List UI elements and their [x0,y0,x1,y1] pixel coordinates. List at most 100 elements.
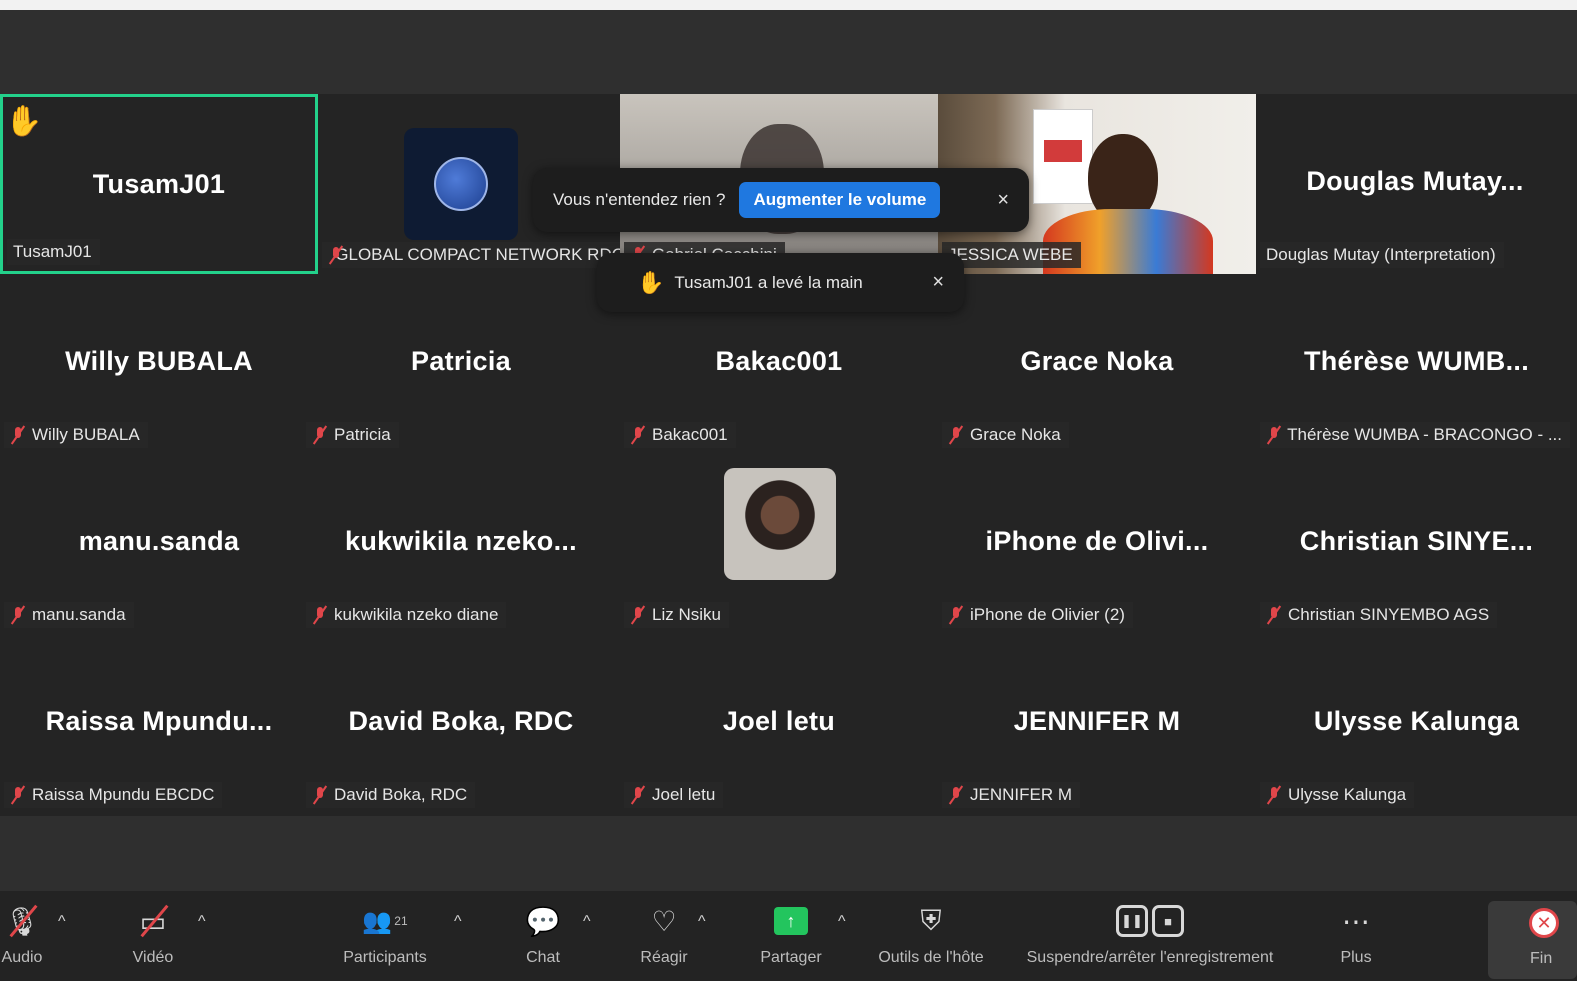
video-button[interactable]: ▭ Vidéo [125,901,181,979]
pause-stop-recording-icon: ❚❚ ■ [1116,901,1184,941]
raised-hand-icon: ✋ [5,105,43,138]
chat-icon: 💬 [525,905,561,937]
participants-options-caret[interactable]: ^ [454,913,462,931]
participant-label: TusamJ01 [7,239,100,265]
close-icon: ✕ [1529,908,1559,938]
participant-name: iPhone de Olivi... [985,526,1209,556]
participant-name: Ulysse Kalunga [1313,706,1520,736]
muted-mic-icon [1266,425,1282,445]
low-volume-notification: Vous n'entendez rien ? Augmenter le volu… [533,168,1029,232]
increase-volume-button[interactable]: Augmenter le volume [739,182,941,218]
wall-poster [1033,109,1093,204]
participant-tile[interactable]: Douglas Mutay... Douglas Mutay (Interpre… [1256,94,1574,274]
participant-label: kukwikila nzeko diane [306,602,507,628]
share-screen-icon: ↑ [774,901,808,941]
muted-mic-icon [312,605,328,625]
participant-label: GLOBAL COMPACT NETWORK RDC [322,242,632,268]
muted-mic-icon [948,605,964,625]
recording-controls-button[interactable]: ❚❚ ■ Suspendre/arrêter l'enregistrement [1010,901,1290,979]
shield-icon: ⛨ [920,904,942,936]
participant-label: Thérèse WUMBA - BRACONGO - ... [1260,422,1570,448]
raised-hand-icon: ✋ [637,269,665,295]
gallery-top-margin [0,10,1577,94]
participant-tile[interactable]: JENNIFER M JENNIFER M [938,634,1256,814]
participant-name: TusamJ01 [92,169,226,199]
audio-button[interactable]: 🎙 Audio [0,901,44,979]
react-button[interactable]: ♡ Réagir [636,901,692,979]
end-meeting-label: Fin [1530,950,1553,967]
participant-tile[interactable]: Liz Nsiku [620,454,938,634]
participant-name: Bakac001 [715,346,843,376]
participant-tile[interactable]: iPhone de Olivi... iPhone de Olivier (2) [938,454,1256,634]
participant-tile[interactable]: kukwikila nzeko... kukwikila nzeko diane [302,454,620,634]
participant-tile[interactable]: David Boka, RDC David Boka, RDC [302,634,620,814]
participant-name: JENNIFER M [1013,706,1181,736]
participant-label: Willy BUBALA [4,422,148,448]
muted-mic-icon [1266,605,1282,625]
participant-tile[interactable]: Thérèse WUMB... Thérèse WUMBA - BRACONGO… [1256,274,1577,454]
participant-tile[interactable]: Patricia Patricia [302,274,620,454]
participant-tile[interactable]: Joel letu Joel letu [620,634,938,814]
close-icon[interactable]: × [932,271,944,294]
muted-mic-icon [10,785,26,805]
participant-tile[interactable]: Ulysse Kalunga Ulysse Kalunga [1256,634,1577,814]
close-icon[interactable]: × [997,189,1009,212]
participant-tile[interactable]: ✋ TusamJ01 TusamJ01 [0,94,318,274]
participant-label: Christian SINYEMBO AGS [1260,602,1498,628]
audio-options-caret[interactable]: ^ [58,913,66,931]
muted-mic-icon [312,785,328,805]
participant-tile[interactable]: Raissa Mpundu... Raissa Mpundu EBCDC [0,634,318,814]
muted-mic-icon [312,425,328,445]
more-button[interactable]: ⋯ Plus [1330,901,1382,979]
chat-button[interactable]: 💬 Chat [520,901,566,979]
react-options-caret[interactable]: ^ [698,913,706,931]
participant-name: Douglas Mutay... [1306,166,1524,196]
notification-text: Vous n'entendez rien ? [553,190,726,209]
participant-name: Willy BUBALA [65,346,253,376]
video-options-caret[interactable]: ^ [198,913,206,931]
participant-label: Douglas Mutay (Interpretation) [1260,242,1504,268]
share-button[interactable]: ↑ Partager [755,901,827,979]
participant-label: Bakac001 [624,422,736,448]
participant-label: JENNIFER M [942,782,1080,808]
muted-mic-icon [630,425,646,445]
muted-mic-icon [10,605,26,625]
more-icon: ⋯ [1342,905,1370,937]
participant-label: iPhone de Olivier (2) [942,602,1133,628]
raised-hand-notification: ✋ TusamJ01 a levé la main × [597,253,964,312]
participant-label: David Boka, RDC [306,782,476,808]
muted-mic-icon [630,605,646,625]
participant-tile[interactable]: Willy BUBALA Willy BUBALA [0,274,318,454]
participant-name: Christian SINYE... [1299,526,1534,556]
muted-mic-icon [630,785,646,805]
muted-mic-icon [10,425,26,445]
participant-tile[interactable]: Grace Noka Grace Noka [938,274,1256,454]
organization-logo [404,128,518,240]
microphone-muted-icon: 🎙 [4,901,40,941]
meeting-toolbar: 🎙 Audio ^ ▭ Vidéo ^ 👥 21 Participants ^ 💬… [0,891,1577,981]
participant-name: Raissa Mpundu... [45,706,273,736]
host-tools-button[interactable]: ⛨ Outils de l'hôte [870,901,992,979]
share-options-caret[interactable]: ^ [838,913,846,931]
participant-name: Thérèse WUMB... [1303,346,1530,376]
participant-tile[interactable]: Christian SINYE... Christian SINYEMBO AG… [1256,454,1577,634]
participant-avatar [724,468,836,580]
participant-name: David Boka, RDC [348,706,574,736]
participants-icon: 👥 21 [362,907,408,935]
participant-label: Grace Noka [942,422,1069,448]
participants-button[interactable]: 👥 21 Participants [335,901,435,979]
participant-name: Joel letu [722,706,836,736]
participant-label: Joel letu [624,782,724,808]
gallery-bottom-margin [0,816,1577,891]
heart-icon: ♡ [651,905,677,937]
muted-mic-icon [1266,785,1282,805]
muted-mic-icon [328,245,344,265]
participant-count: 21 [394,914,408,928]
participant-label: Raissa Mpundu EBCDC [4,782,223,808]
chat-options-caret[interactable]: ^ [583,913,591,931]
participant-label: Liz Nsiku [624,602,729,628]
camera-off-icon: ▭ [140,901,166,941]
participant-label: Ulysse Kalunga [1260,782,1415,808]
participant-label: manu.sanda [4,602,134,628]
participant-tile[interactable]: manu.sanda manu.sanda [0,454,318,634]
